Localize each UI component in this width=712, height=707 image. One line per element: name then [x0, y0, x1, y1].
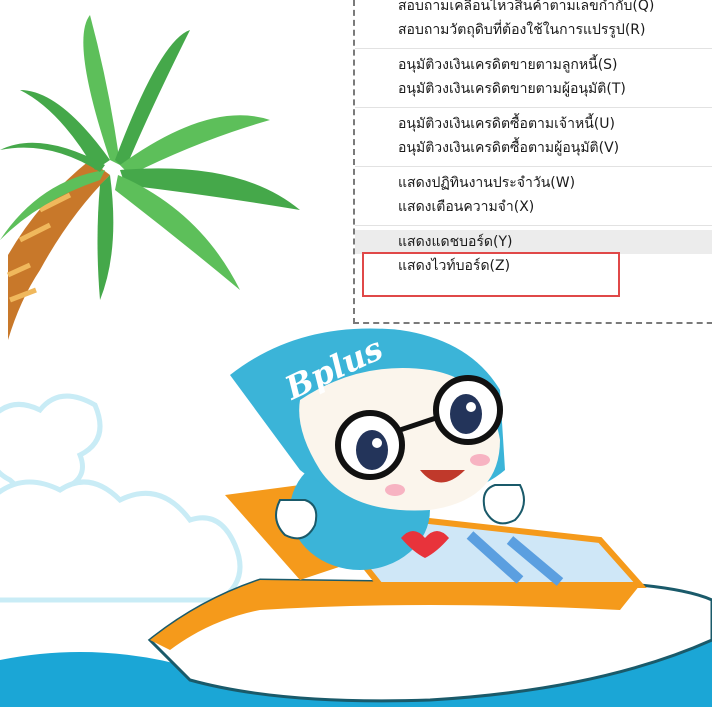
menu-item-whiteboard[interactable]: แสดงไวท์บอร์ด(Z): [355, 254, 712, 278]
menu-item-inquiry-materials-for-processing[interactable]: สอบถามวัตถุดิบที่ต้องใช้ในการแปรรูป(R): [355, 18, 712, 42]
menu-item-reminders[interactable]: แสดงเตือนความจำ(X): [355, 195, 712, 219]
menu-group-inquiry: สอบถามเคลื่อนไหวสินค้าตามเลขกำกับ(Q) สอบ…: [355, 0, 712, 49]
menu-item-approve-sales-credit-by-approver[interactable]: อนุมัติวงเงินเครดิตขายตามผู้อนุมัติ(T): [355, 77, 712, 101]
menu-group-calendar: แสดงปฏิทินงานประจำวัน(W) แสดงเตือนความจำ…: [355, 167, 712, 226]
menu-item-daily-calendar[interactable]: แสดงปฏิทินงานประจำวัน(W): [355, 171, 712, 195]
speedboat: [147, 485, 712, 703]
menu-group-boards: แสดงแดชบอร์ด(Y) แสดงไวท์บอร์ด(Z): [355, 226, 712, 284]
menu-item-approve-sales-credit-by-debtor[interactable]: อนุมัติวงเงินเครดิตขายตามลูกหนี้(S): [355, 53, 712, 77]
menu-group-credit-sales: อนุมัติวงเงินเครดิตขายตามลูกหนี้(S) อนุม…: [355, 49, 712, 108]
menu-item-approve-purchase-credit-by-creditor[interactable]: อนุมัติวงเงินเครดิตซื้อตามเจ้าหนี้(U): [355, 112, 712, 136]
menu-group-credit-purchase: อนุมัติวงเงินเครดิตซื้อตามเจ้าหนี้(U) อน…: [355, 108, 712, 167]
cloud-left: [0, 393, 243, 603]
menu-item-inquiry-movement-by-lot[interactable]: สอบถามเคลื่อนไหวสินค้าตามเลขกำกับ(Q): [355, 0, 712, 18]
menu-item-dashboard[interactable]: แสดงแดชบอร์ด(Y): [355, 230, 712, 254]
context-menu: สอบถามเคลื่อนไหวสินค้าตามเลขกำกับ(Q) สอบ…: [353, 0, 712, 324]
menu-item-approve-purchase-credit-by-approver[interactable]: อนุมัติวงเงินเครดิตซื้อตามผู้อนุมัติ(V): [355, 136, 712, 160]
